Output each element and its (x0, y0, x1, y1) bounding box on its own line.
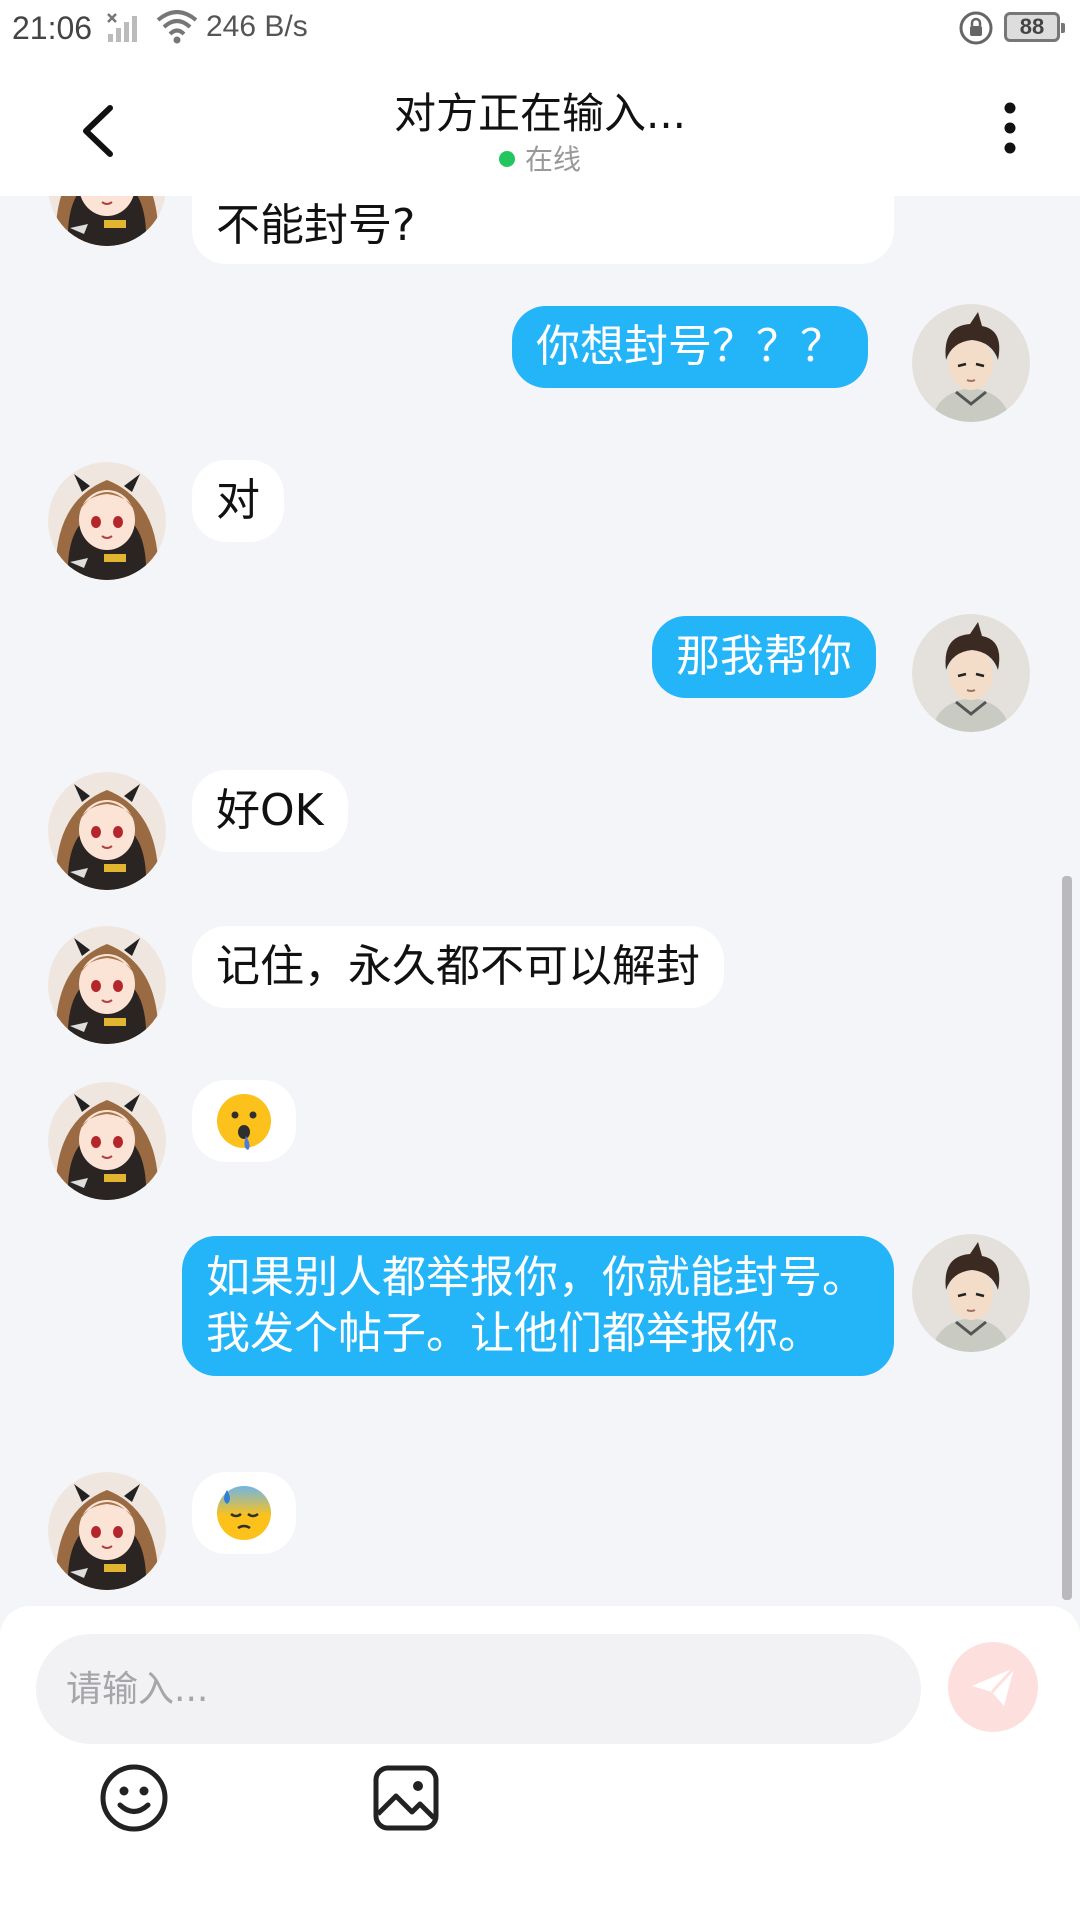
my-avatar[interactable] (912, 1234, 1030, 1352)
signal-icon (107, 13, 137, 42)
incoming-emoji-message (192, 1080, 296, 1162)
network-speed: 246 B/s (206, 10, 308, 43)
my-avatar[interactable] (912, 304, 1030, 422)
image-icon[interactable] (368, 1760, 444, 1836)
message-list[interactable]: 不能封号? 你想封号？？？ 对 那我帮你 好OK 记住，永久都不可以解封 如果别… (0, 196, 1080, 1606)
chat-header: 对方正在输入... 在线 (0, 56, 1080, 196)
wifi-icon (156, 10, 198, 44)
status-time: 21:06 (12, 10, 93, 46)
incoming-message: 记住，永久都不可以解封 (192, 926, 724, 1008)
more-vertical-icon[interactable] (990, 98, 1030, 158)
presence-status: 在线 (0, 138, 1080, 178)
battery-icon: 88 (1004, 12, 1065, 42)
incoming-message: 对 (192, 460, 284, 542)
send-button[interactable] (948, 1642, 1038, 1732)
incoming-message: 好OK (192, 770, 348, 852)
presence-label: 在线 (524, 143, 581, 176)
lock-rotation-icon (959, 11, 993, 45)
contact-avatar[interactable] (48, 926, 166, 1044)
incoming-message: 不能封号? (192, 196, 894, 264)
contact-avatar[interactable] (48, 196, 166, 246)
status-bar: 21:06 246 B/s 88 (0, 0, 1080, 56)
message-input[interactable] (36, 1634, 921, 1744)
composer (0, 1606, 1080, 1920)
outgoing-message: 你想封号？？？ (512, 306, 868, 388)
astonished-emoji-icon (217, 1094, 271, 1150)
contact-avatar[interactable] (48, 772, 166, 890)
contact-avatar[interactable] (48, 1472, 166, 1590)
outgoing-message: 那我帮你 (652, 616, 876, 698)
emoji-icon[interactable] (96, 1760, 172, 1836)
sweat-emoji-icon (217, 1486, 271, 1540)
contact-avatar[interactable] (48, 462, 166, 580)
battery-level: 88 (1019, 14, 1045, 39)
outgoing-message: 如果别人都举报你，你就能封号。我发个帖子。让他们都举报你。 (182, 1236, 894, 1376)
my-avatar[interactable] (912, 614, 1030, 732)
contact-avatar[interactable] (48, 1082, 166, 1200)
page-title: 对方正在输入... (393, 89, 687, 138)
incoming-emoji-message (192, 1472, 296, 1554)
send-icon (972, 1666, 1016, 1706)
online-dot (498, 151, 515, 167)
scrollbar[interactable] (1062, 876, 1072, 1600)
